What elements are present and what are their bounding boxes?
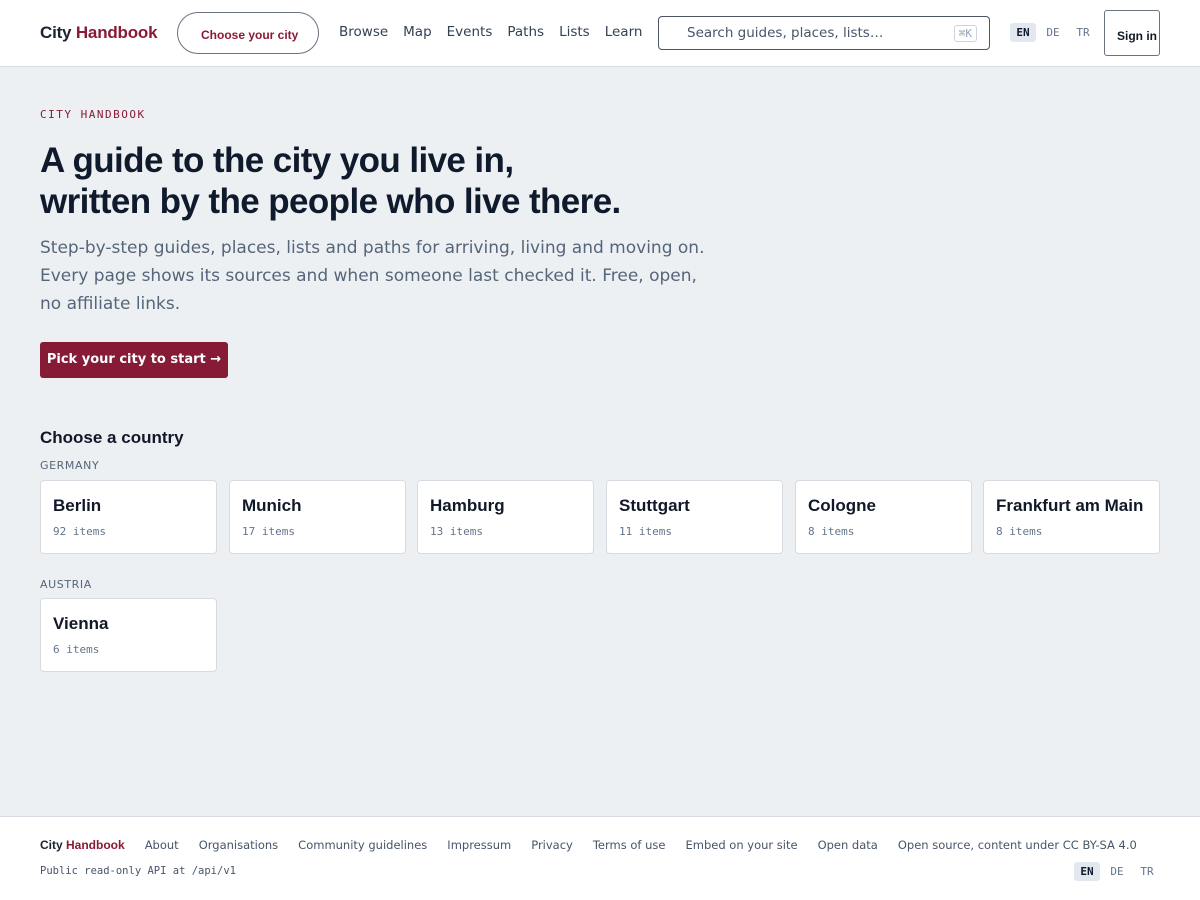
pick-city-button[interactable]: Pick your city to start → [40,342,228,378]
city-name: Hamburg [430,496,505,515]
footer-language-de[interactable]: DE [1104,862,1130,881]
nav-events[interactable]: Events [447,24,493,40]
footer-link-organisations[interactable]: Organisations [199,838,278,852]
search-input[interactable] [687,23,937,43]
footer-link-terms[interactable]: Terms of use [593,838,666,852]
footer-language-tr[interactable]: TR [1134,862,1160,881]
footer-language-switcher: EN DE TR [1074,862,1160,881]
brand-name-second: Handbook [75,23,158,42]
hero-subtitle: Step-by-step guides, places, lists and p… [40,238,705,314]
city-name: Vienna [53,614,109,633]
brand-name-first: City [40,23,72,42]
city-card-hamburg[interactable]: Hamburg 13 items [417,480,594,554]
city-item-count: 6 items [53,643,100,656]
city-item-count: 8 items [808,525,855,538]
brand-logo[interactable]: City Handbook [40,23,158,43]
nav-lists[interactable]: Lists [559,24,590,40]
footer-brand-first: City [40,838,63,852]
city-name: Berlin [53,496,102,515]
language-en[interactable]: EN [1010,23,1036,42]
nav-paths[interactable]: Paths [507,24,544,40]
city-item-count: 8 items [996,525,1043,538]
city-card-cologne[interactable]: Cologne 8 items [795,480,972,554]
hero-headline-line2: written by the people who live there. [40,182,621,221]
city-card-frankfurt[interactable]: Frankfurt am Main 8 items [983,480,1160,554]
site-footer: City Handbook About Organisations Commun… [0,816,1200,900]
country-label-austria: AUSTRIA [40,578,92,591]
footer-brand[interactable]: City Handbook [40,838,125,852]
city-card-berlin[interactable]: Berlin 92 items [40,480,217,554]
city-item-count: 92 items [53,525,106,538]
top-navigation-bar: City Handbook Choose your city Browse Ma… [0,0,1200,67]
footer-link-impressum[interactable]: Impressum [447,838,511,852]
section-title-choose-country: Choose a country [40,428,184,447]
city-name: Munich [242,496,302,515]
footer-language-en[interactable]: EN [1074,862,1100,881]
footer-license-link[interactable]: Open source, content under CC BY-SA 4.0 [898,838,1137,852]
city-card-munich[interactable]: Munich 17 items [229,480,406,554]
hero-headline: A guide to the city you live in, written… [40,140,740,222]
search-box[interactable]: ⌘K [658,16,990,50]
city-item-count: 17 items [242,525,295,538]
language-tr[interactable]: TR [1070,23,1096,42]
city-card-vienna[interactable]: Vienna 6 items [40,598,217,672]
country-label-germany: GERMANY [40,459,100,472]
footer-links: City Handbook About Organisations Commun… [40,838,1137,852]
city-name: Frankfurt am Main [996,496,1144,515]
city-item-count: 11 items [619,525,672,538]
city-item-count: 13 items [430,525,483,538]
choose-city-button[interactable]: Choose your city [177,12,319,54]
hero-headline-line1: A guide to the city you live in, [40,141,514,180]
footer-brand-second: Handbook [66,838,125,852]
main-nav: Browse Map Events Paths Lists Learn [339,24,657,40]
city-name: Stuttgart [619,496,690,515]
nav-browse[interactable]: Browse [339,24,388,40]
sign-in-button[interactable]: Sign in [1104,10,1160,56]
search-shortcut-hint: ⌘K [953,25,977,42]
footer-api-note: Public read-only API at /api/v1 [40,865,236,877]
footer-link-about[interactable]: About [145,838,179,852]
footer-link-community-guidelines[interactable]: Community guidelines [298,838,427,852]
nav-map[interactable]: Map [403,24,432,40]
hero-eyebrow: CITY HANDBOOK [40,108,146,121]
city-name: Cologne [808,496,876,515]
footer-link-open-data[interactable]: Open data [818,838,878,852]
nav-learn[interactable]: Learn [605,24,643,40]
footer-link-embed[interactable]: Embed on your site [685,838,797,852]
city-card-stuttgart[interactable]: Stuttgart 11 items [606,480,783,554]
language-de[interactable]: DE [1040,23,1066,42]
language-switcher: EN DE TR [1010,23,1096,42]
footer-link-privacy[interactable]: Privacy [531,838,573,852]
